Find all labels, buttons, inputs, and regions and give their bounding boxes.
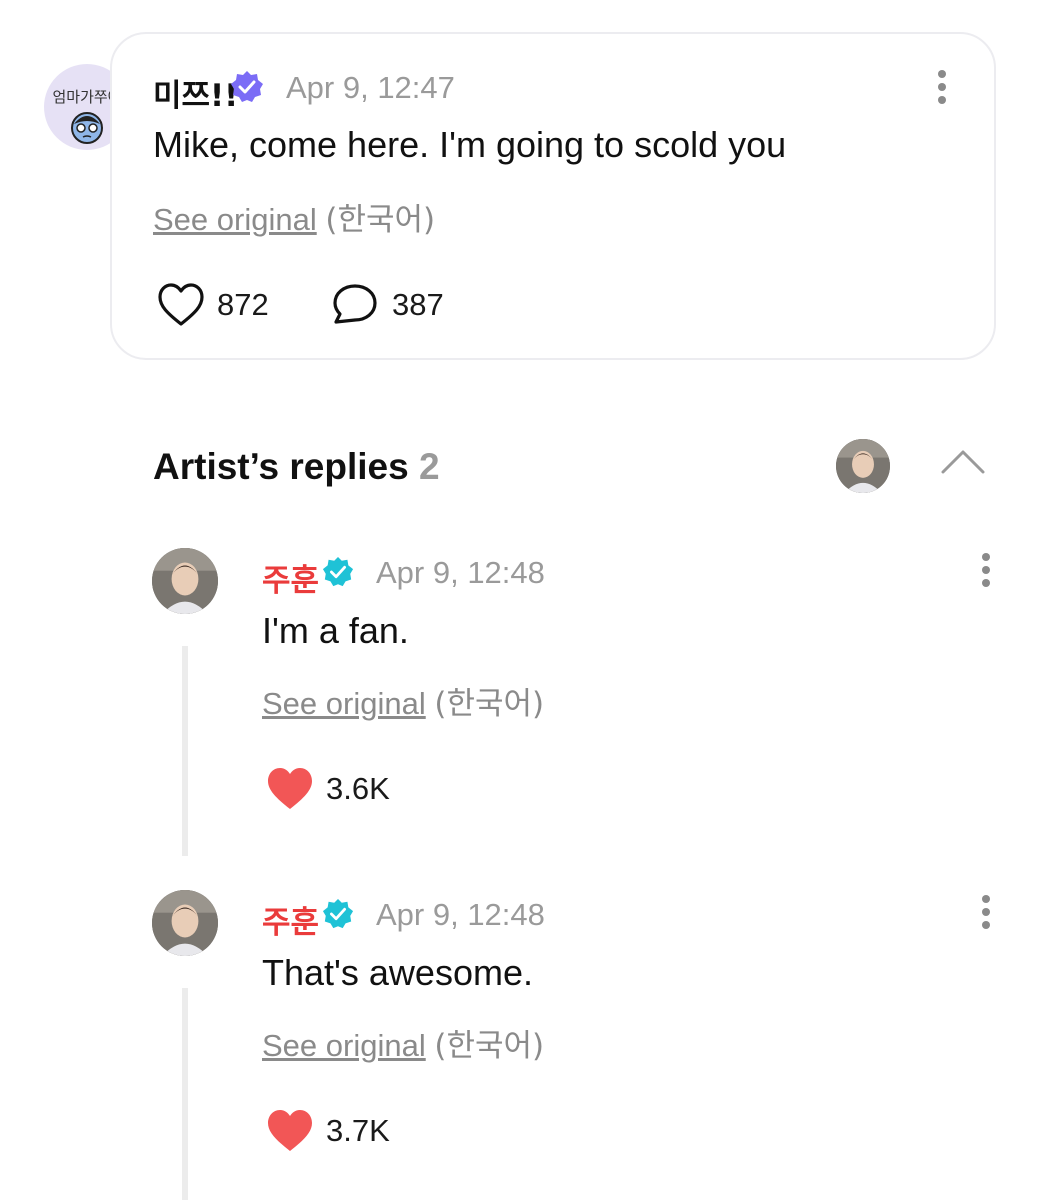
reply-avatar[interactable] [152,548,218,614]
artist-replies-title: Artist’s replies [153,446,409,487]
original-language: (한국어) [434,686,545,722]
see-original-link[interactable]: See original [153,202,317,237]
original-language: (한국어) [434,1028,545,1064]
like-button[interactable]: 3.6K [266,766,390,812]
artist-replies-heading: Artist’s replies 2 [153,446,440,488]
thread-line [182,646,188,856]
comment-icon [333,284,377,324]
comment-button[interactable]: 387 [332,282,444,328]
reply-author-name[interactable]: 주훈 [262,555,319,600]
like-count: 872 [217,287,269,322]
reply-timestamp: Apr 9, 12:48 [376,897,545,932]
reply-avatar[interactable] [152,890,218,956]
like-button[interactable]: 3.7K [266,1108,390,1154]
heart-filled-icon [268,768,312,809]
heart-outline-icon [158,283,204,326]
post-author-name[interactable]: 미쯔!! [153,70,238,115]
more-vertical-icon[interactable] [982,895,990,934]
cartoon-face-icon [71,112,103,144]
heart-filled-icon [268,1110,312,1151]
artist-photo [152,890,218,956]
verified-badge-icon [322,556,354,587]
original-language: (한국어) [325,202,436,238]
more-vertical-icon[interactable] [938,70,946,109]
see-original-link[interactable]: See original [262,1028,426,1063]
verified-badge-icon [231,71,263,102]
artist-photo [152,548,218,614]
reply-text: That's awesome. [262,952,533,993]
comment-count: 387 [392,287,444,322]
like-count: 3.6K [326,771,390,806]
like-button[interactable]: 872 [157,282,269,328]
reply-timestamp: Apr 9, 12:48 [376,555,545,590]
artist-photo [836,439,890,493]
chevron-up-icon[interactable] [940,446,986,476]
like-count: 3.7K [326,1113,390,1148]
thread-line [182,988,188,1200]
verified-badge-icon [322,898,354,929]
see-original: See original (한국어) [262,678,544,723]
reply-author-name[interactable]: 주훈 [262,897,319,942]
artist-replies-count: 2 [418,446,440,487]
see-original: See original (한국어) [262,1020,544,1065]
more-vertical-icon[interactable] [982,553,990,592]
see-original: See original (한국어) [153,194,435,239]
reply-text: I'm a fan. [262,610,409,651]
post-text: Mike, come here. I'm going to scold you [153,124,787,165]
post-timestamp: Apr 9, 12:47 [286,70,455,105]
artist-avatar-small[interactable] [836,439,890,493]
see-original-link[interactable]: See original [262,686,426,721]
